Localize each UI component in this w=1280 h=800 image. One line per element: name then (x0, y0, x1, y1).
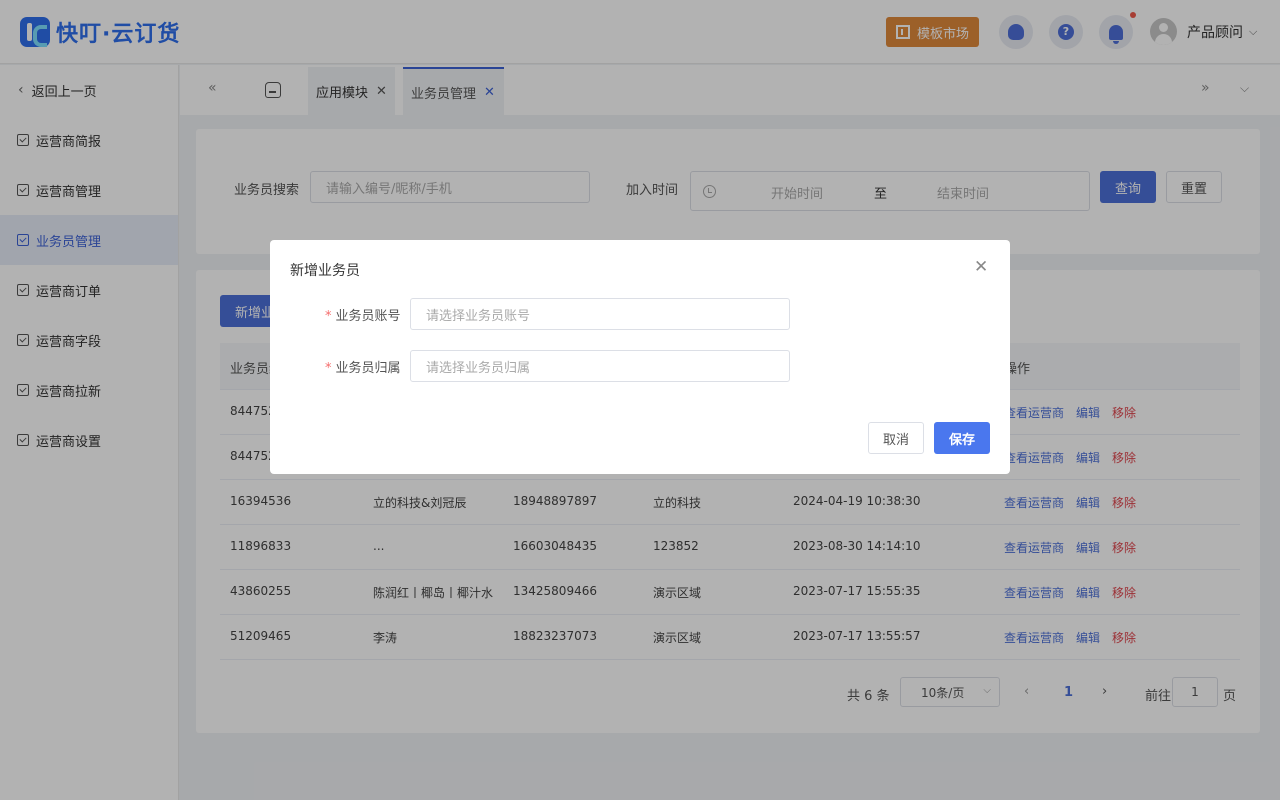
account-field-label: * 业务员账号 (325, 305, 401, 324)
account-label-text: 业务员账号 (335, 309, 401, 324)
cancel-button[interactable]: 取消 (868, 422, 924, 454)
close-icon[interactable]: ✕ (974, 258, 988, 276)
affiliation-label-text: 业务员归属 (335, 361, 401, 376)
salesman-account-select[interactable]: 请选择业务员账号 (410, 298, 790, 330)
add-salesman-dialog: 新增业务员 ✕ * 业务员账号 请选择业务员账号 * 业务员归属 请选择业务员归属 … (270, 240, 1010, 474)
required-mark: * (325, 309, 332, 324)
affiliation-field-label: * 业务员归属 (325, 357, 401, 376)
account-placeholder: 请选择业务员账号 (426, 308, 531, 324)
dialog-title: 新增业务员 (290, 263, 360, 279)
salesman-affiliation-select[interactable]: 请选择业务员归属 (410, 350, 790, 382)
save-button[interactable]: 保存 (934, 422, 990, 454)
affiliation-placeholder: 请选择业务员归属 (426, 360, 531, 376)
required-mark: * (325, 361, 332, 376)
